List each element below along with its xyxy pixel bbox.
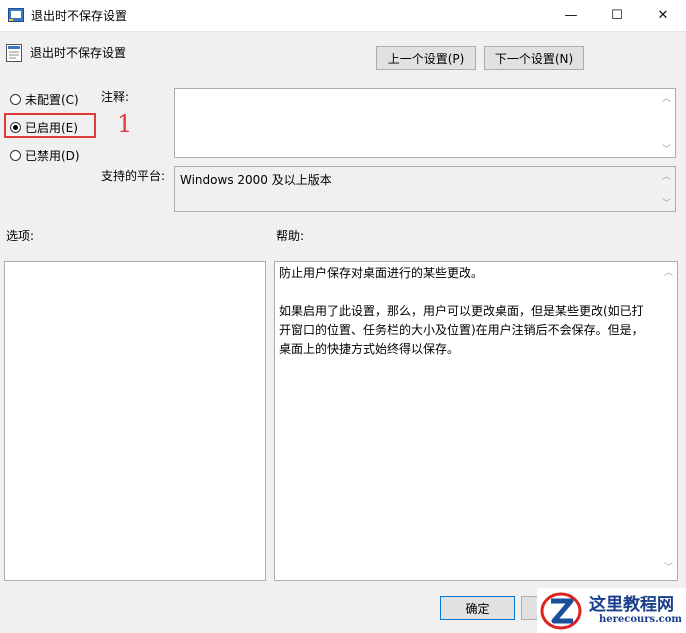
platform-scrollbar[interactable]: ︿ ﹀	[658, 167, 675, 211]
help-paragraph: 防止用户保存对桌面进行的某些更改。	[279, 266, 484, 280]
scroll-up-icon[interactable]: ︿	[662, 91, 671, 104]
help-paragraph: 如果启用了此设置，那么，用户可以更改桌面，但是某些更改(如已打开窗口的位置、任务…	[279, 304, 644, 356]
scroll-down-icon[interactable]: ﹀	[664, 559, 673, 578]
platform-label: 支持的平台:	[101, 169, 166, 183]
scroll-down-icon[interactable]: ﹀	[662, 196, 671, 209]
platform-field: Windows 2000 及以上版本 ︿ ﹀	[174, 166, 676, 212]
comment-label: 注释:	[101, 90, 130, 104]
radio-label: 未配置(C)	[25, 93, 79, 107]
radio-label: 已禁用(D)	[25, 149, 80, 163]
close-icon: ✕	[657, 8, 669, 23]
scroll-up-icon[interactable]: ︿	[662, 169, 671, 182]
radio-disabled[interactable]: 已禁用(D)	[10, 147, 80, 164]
maximize-button[interactable]: ☐	[594, 0, 640, 31]
radio-not-configured[interactable]: 未配置(C)	[10, 91, 79, 108]
watermark-logo-icon	[540, 592, 582, 630]
ok-button[interactable]: 确定	[440, 596, 515, 620]
policy-icon	[6, 44, 22, 62]
radio-circle-icon	[10, 150, 21, 161]
previous-setting-button[interactable]: 上一个设置(P)	[376, 46, 476, 70]
help-scrollbar[interactable]: ︿ ﹀	[660, 262, 677, 580]
next-setting-button[interactable]: 下一个设置(N)	[484, 46, 584, 70]
watermark: 这里教程网 herecours.com	[537, 588, 686, 633]
minimize-icon: —	[564, 8, 578, 23]
options-label: 选项:	[6, 229, 35, 243]
title-bar: 退出时不保存设置 — ☐ ✕	[0, 0, 686, 32]
minimize-button[interactable]: —	[548, 0, 594, 31]
highlight-box	[4, 113, 96, 138]
annotation-number: 1	[117, 110, 133, 138]
platform-value: Windows 2000 及以上版本	[180, 173, 332, 187]
options-panel	[4, 261, 266, 581]
scroll-up-icon[interactable]: ︿	[664, 264, 673, 283]
radio-circle-icon	[10, 94, 21, 105]
window-icon	[8, 8, 24, 22]
comment-scrollbar[interactable]: ︿ ﹀	[658, 89, 675, 157]
comment-textarea[interactable]: ︿ ﹀	[174, 88, 676, 158]
close-button[interactable]: ✕	[640, 0, 686, 31]
help-label: 帮助:	[276, 229, 305, 243]
scroll-down-icon[interactable]: ﹀	[662, 142, 671, 155]
help-panel: 防止用户保存对桌面进行的某些更改。 如果启用了此设置，那么，用户可以更改桌面，但…	[274, 261, 678, 581]
watermark-url: herecours.com	[599, 614, 683, 625]
policy-name: 退出时不保存设置	[30, 46, 127, 60]
maximize-icon: ☐	[611, 8, 623, 23]
watermark-text: 这里教程网	[589, 595, 674, 615]
window-title: 退出时不保存设置	[31, 9, 128, 23]
